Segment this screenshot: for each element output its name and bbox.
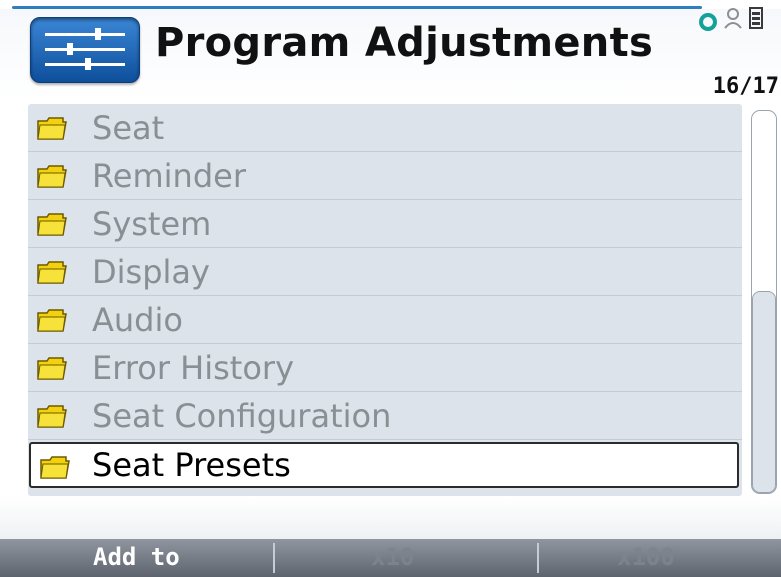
folder-icon <box>37 260 67 284</box>
folder-icon <box>37 308 67 332</box>
list-item-audio[interactable]: Audio <box>28 297 742 344</box>
softkey-divider <box>537 543 539 573</box>
x10-softkey[interactable]: x10 <box>371 543 414 571</box>
list-item-display[interactable]: Display <box>28 249 742 296</box>
list-item-label: Audio <box>92 301 183 339</box>
list-item-system[interactable]: System <box>28 201 742 248</box>
list-item-label: Display <box>92 253 210 291</box>
list-item-seat-configuration[interactable]: Seat Configuration <box>28 393 742 440</box>
folder-icon <box>37 212 67 236</box>
softkey-bar: Add to x10 x100 <box>0 539 781 577</box>
connection-ring-icon <box>699 13 717 31</box>
x100-softkey[interactable]: x100 <box>617 543 675 571</box>
list-item-label: System <box>92 205 212 243</box>
list-item-seat-presets[interactable]: Seat Presets <box>29 442 739 488</box>
person-key-icon <box>724 8 742 29</box>
folder-icon <box>37 116 67 140</box>
folder-icon <box>40 455 70 479</box>
status-icons <box>696 4 781 34</box>
folder-icon <box>37 404 67 428</box>
list-item-label: Seat Configuration <box>92 397 392 435</box>
list-item-label: Reminder <box>92 157 246 195</box>
list-item-error-history[interactable]: Error History <box>28 345 742 392</box>
folder-icon <box>37 164 67 188</box>
add-to-softkey[interactable]: Add to <box>93 543 180 571</box>
menu-list: Seat Reminder System Display Audio Error… <box>28 104 742 496</box>
scrollbar[interactable] <box>751 110 777 494</box>
list-item-label: Seat <box>92 109 165 147</box>
battery-icon <box>749 7 763 29</box>
list-item-seat[interactable]: Seat <box>28 105 742 152</box>
sliders-icon <box>30 17 140 83</box>
scrollbar-thumb[interactable] <box>752 291 776 493</box>
page-title: Program Adjustments <box>155 20 654 66</box>
softkey-divider <box>273 543 275 573</box>
list-item-label: Error History <box>92 349 295 387</box>
footer-spacer <box>0 497 781 539</box>
list-item-label: Seat Presets <box>92 446 291 484</box>
list-item-reminder[interactable]: Reminder <box>28 153 742 200</box>
folder-icon <box>37 356 67 380</box>
page-counter: 16/17 <box>712 74 779 99</box>
